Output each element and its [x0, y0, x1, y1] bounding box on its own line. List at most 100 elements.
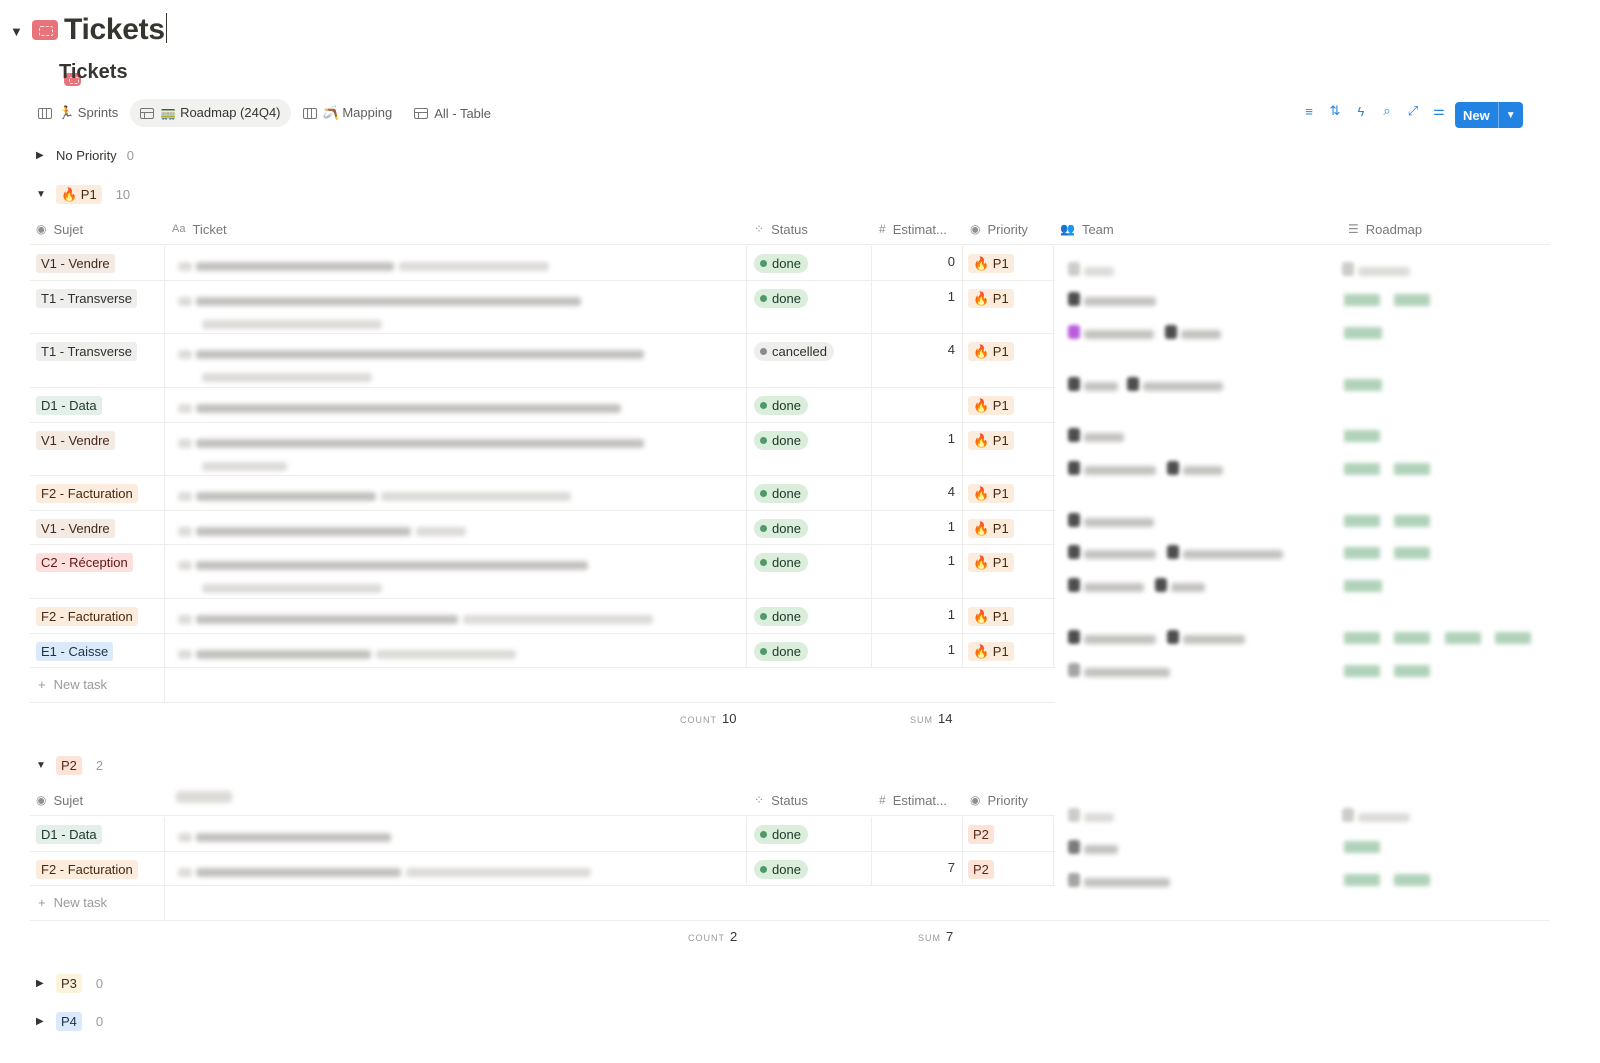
column-header-estimate[interactable]: # Estimat...: [879, 785, 947, 815]
caret-down-icon[interactable]: ▼: [36, 760, 46, 771]
estimate-value[interactable]: 4: [873, 476, 955, 510]
caret-right-icon[interactable]: ▶: [36, 1016, 46, 1027]
table-row[interactable]: F2 - Facturation done 7 P2: [30, 852, 1055, 886]
new-task-row[interactable]: + New task: [30, 668, 1055, 703]
sujet-tag[interactable]: F2 - Facturation: [36, 484, 138, 503]
sujet-tag[interactable]: V1 - Vendre: [36, 254, 115, 273]
new-task-row[interactable]: + New task: [30, 886, 1550, 921]
expand-icon[interactable]: ⤢: [1404, 103, 1422, 119]
sujet-tag[interactable]: T1 - Transverse: [36, 289, 138, 308]
estimate-value[interactable]: [873, 388, 955, 422]
table-row[interactable]: V1 - Vendre done 1 🔥 P1: [30, 423, 1055, 476]
priority-tag[interactable]: P2: [968, 860, 994, 879]
priority-tag[interactable]: 🔥 P1: [968, 484, 1014, 503]
table-row[interactable]: F2 - Facturation done 4 🔥 P1: [30, 476, 1055, 511]
estimate-value[interactable]: 0: [873, 246, 955, 280]
table-row[interactable]: F2 - Facturation done 1 🔥 P1: [30, 599, 1055, 634]
sujet-tag[interactable]: V1 - Vendre: [36, 519, 115, 538]
estimate-value[interactable]: 1: [873, 634, 955, 667]
status-badge[interactable]: done: [754, 431, 808, 450]
group-p2[interactable]: ▼ P2 2: [36, 756, 103, 775]
table-row[interactable]: T1 - Transverse done 1 🔥 P1: [30, 281, 1055, 334]
estimate-value[interactable]: 1: [873, 545, 955, 598]
column-header-team[interactable]: 👥 Team: [1060, 214, 1114, 244]
status-badge[interactable]: done: [754, 553, 808, 572]
sujet-tag[interactable]: C2 - Réception: [36, 553, 133, 572]
automation-icon[interactable]: ϟ: [1352, 104, 1370, 119]
table-row[interactable]: D1 - Data done 🔥 P1: [30, 388, 1055, 423]
view-tab-roadmap[interactable]: 🚃 Roadmap (24Q4): [130, 99, 291, 127]
table-row[interactable]: C2 - Réception done 1 🔥 P1: [30, 545, 1055, 599]
estimate-value[interactable]: 7: [873, 852, 955, 885]
column-header-status[interactable]: ⁘ Status: [754, 785, 808, 815]
estimate-value[interactable]: 1: [873, 599, 955, 633]
sujet-tag[interactable]: E1 - Caisse: [36, 642, 114, 661]
column-header-priority[interactable]: ◉ Priority: [970, 785, 1028, 815]
table-row[interactable]: E1 - Caisse done 1 🔥 P1: [30, 634, 1055, 668]
column-header-status[interactable]: ⁘ Status: [754, 214, 808, 244]
new-task-button[interactable]: + New task: [38, 895, 107, 910]
priority-tag[interactable]: 🔥 P1: [968, 519, 1014, 538]
table-row[interactable]: V1 - Vendre done 1 🔥 P1: [30, 511, 1055, 545]
sum-calculation[interactable]: SUM 7: [918, 929, 953, 944]
status-badge[interactable]: done: [754, 519, 808, 538]
column-header-estimate[interactable]: # Estimat...: [879, 214, 947, 244]
status-badge[interactable]: cancelled: [754, 342, 834, 361]
priority-tag[interactable]: 🔥 P1: [968, 254, 1014, 273]
estimate-value[interactable]: 4: [873, 334, 955, 387]
status-badge[interactable]: done: [754, 825, 808, 844]
sujet-tag[interactable]: F2 - Facturation: [36, 860, 138, 879]
priority-tag[interactable]: 🔥 P1: [968, 553, 1014, 572]
status-badge[interactable]: done: [754, 860, 808, 879]
page-title[interactable]: Tickets: [64, 13, 167, 47]
sujet-tag[interactable]: V1 - Vendre: [36, 431, 115, 450]
status-badge[interactable]: done: [754, 289, 808, 308]
table-row[interactable]: D1 - Data done P2: [30, 817, 1055, 852]
priority-tag[interactable]: 🔥 P1: [968, 396, 1014, 415]
group-p1[interactable]: ▼ 🔥 P1 10: [36, 185, 130, 204]
filter-icon[interactable]: ≡: [1300, 104, 1318, 119]
priority-tag[interactable]: 🔥 P1: [968, 342, 1014, 361]
priority-tag[interactable]: 🔥 P1: [968, 431, 1014, 450]
sort-icon[interactable]: ⇅: [1326, 103, 1344, 119]
status-badge[interactable]: done: [754, 254, 808, 273]
column-header-roadmap[interactable]: ☰ Roadmap: [1348, 214, 1422, 244]
sujet-tag[interactable]: D1 - Data: [36, 396, 102, 415]
ticket-icon[interactable]: [32, 20, 58, 40]
caret-right-icon[interactable]: ▶: [36, 150, 46, 161]
estimate-value[interactable]: 1: [873, 423, 955, 475]
page-collapse-toggle[interactable]: ▼: [10, 24, 23, 39]
sum-calculation[interactable]: SUM 14: [910, 711, 952, 726]
new-button[interactable]: New ▼: [1455, 102, 1523, 128]
column-header-priority[interactable]: ◉ Priority: [970, 214, 1028, 244]
search-icon[interactable]: ⌕: [1378, 103, 1396, 119]
status-badge[interactable]: done: [754, 396, 808, 415]
priority-tag[interactable]: 🔥 P1: [968, 642, 1014, 661]
table-row[interactable]: V1 - Vendre done 0 🔥 P1: [30, 246, 1055, 281]
estimate-value[interactable]: 1: [873, 511, 955, 544]
caret-down-icon[interactable]: ▼: [36, 189, 46, 200]
sujet-tag[interactable]: D1 - Data: [36, 825, 102, 844]
view-tab-all-table[interactable]: All - Table: [404, 99, 501, 127]
status-badge[interactable]: done: [754, 484, 808, 503]
estimate-value[interactable]: [873, 817, 955, 851]
chevron-down-icon[interactable]: ▼: [1497, 102, 1523, 128]
column-header-ticket[interactable]: Aa Ticket: [172, 214, 227, 244]
sujet-tag[interactable]: F2 - Facturation: [36, 607, 138, 626]
new-task-button[interactable]: + New task: [38, 677, 107, 692]
caret-right-icon[interactable]: ▶: [36, 978, 46, 989]
group-no-priority[interactable]: ▶ No Priority 0: [36, 148, 134, 163]
settings-icon[interactable]: ⚌: [1430, 103, 1448, 119]
count-calculation[interactable]: COUNT 10: [680, 711, 736, 726]
group-p3[interactable]: ▶ P3 0: [36, 974, 103, 993]
estimate-value[interactable]: 1: [873, 281, 955, 333]
priority-tag[interactable]: 🔥 P1: [968, 289, 1014, 308]
priority-tag[interactable]: P2: [968, 825, 994, 844]
sujet-tag[interactable]: T1 - Transverse: [36, 342, 138, 361]
group-p4[interactable]: ▶ P4 0: [36, 1012, 103, 1031]
table-row[interactable]: T1 - Transverse cancelled 4 🔥 P1: [30, 334, 1055, 388]
column-header-sujet[interactable]: ◉ Sujet: [36, 214, 83, 244]
status-badge[interactable]: done: [754, 607, 808, 626]
view-tab-sprints[interactable]: 🏃 Sprints: [28, 99, 128, 127]
column-header-sujet[interactable]: ◉ Sujet: [36, 785, 83, 815]
